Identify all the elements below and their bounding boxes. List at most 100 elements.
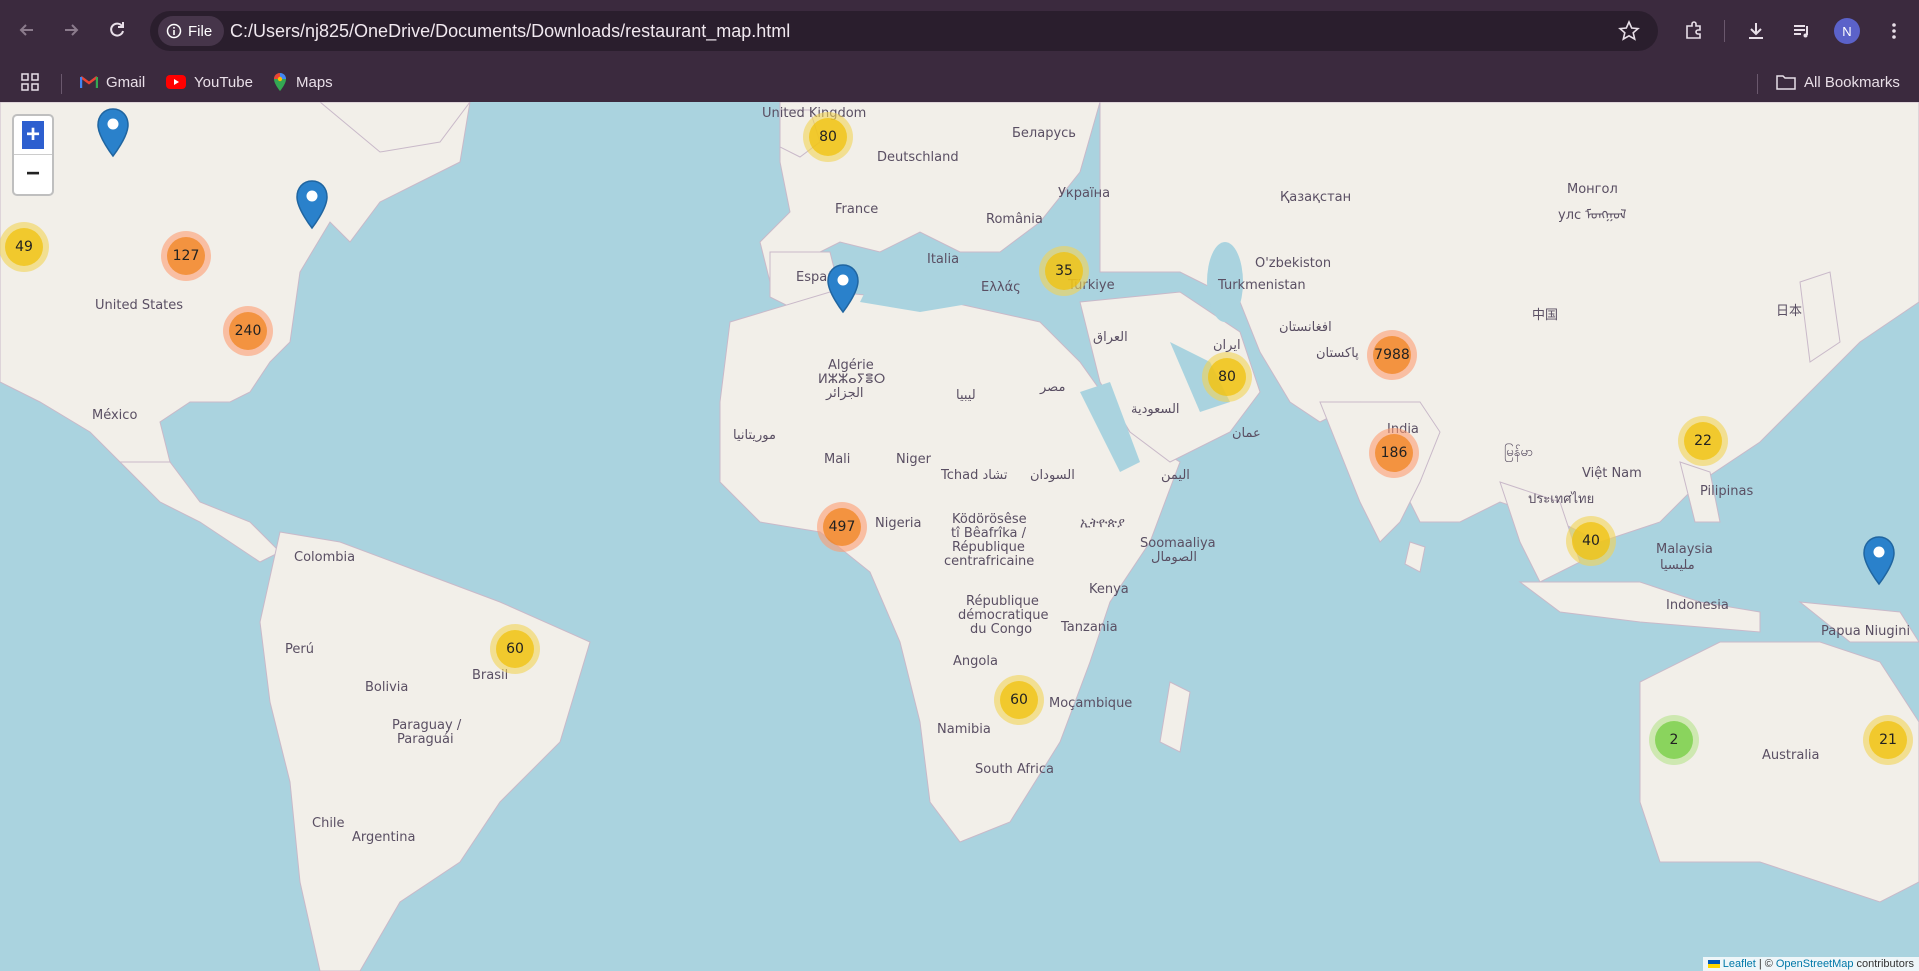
apps-button[interactable] [20, 70, 40, 94]
marker-cluster[interactable]: 49 [0, 222, 49, 272]
address-bar[interactable]: File C:/Users/nj825/OneDrive/Documents/D… [150, 11, 1658, 51]
profile-avatar[interactable]: N [1834, 18, 1860, 44]
zoom-in-button[interactable]: + [14, 116, 52, 155]
bookmarks-divider [61, 74, 62, 94]
zoom-control: + − [12, 114, 54, 196]
map-label: مصر [1040, 380, 1066, 395]
marker-cluster[interactable]: 60 [994, 675, 1044, 725]
marker-cluster[interactable]: 80 [803, 112, 853, 162]
cluster-count: 7988 [1373, 336, 1411, 374]
marker-cluster[interactable]: 60 [490, 624, 540, 674]
map-label: موريتانيا [733, 428, 776, 443]
bookmarks-divider [1757, 74, 1758, 94]
marker-cluster[interactable]: 22 [1678, 416, 1728, 466]
map-label: Malaysia [1656, 542, 1713, 557]
map-label: اليمن [1161, 468, 1190, 483]
map-label: Moçambique [1049, 696, 1133, 711]
map-label: Deutschland [877, 150, 959, 165]
cluster-count: 497 [823, 508, 861, 546]
map-label: Angola [953, 654, 998, 669]
bookmark-label: YouTube [194, 73, 253, 91]
map-viewport[interactable]: United Kingdom Беларусь Deutschland Укра… [0, 102, 1919, 971]
map-label: Australia [1762, 748, 1820, 763]
map-label: 日本 [1776, 304, 1803, 319]
map-label: Indonesia [1666, 598, 1729, 613]
map-label: O'zbekiston [1255, 256, 1332, 271]
map-label: Україна [1058, 186, 1111, 201]
downloads-button[interactable] [1742, 17, 1770, 45]
cluster-count: 80 [809, 118, 847, 156]
map-label: Italia [927, 252, 960, 267]
ukraine-flag-icon [1707, 960, 1720, 968]
map-label: Tanzania [1061, 620, 1118, 635]
browser-menu-button[interactable] [1880, 17, 1908, 45]
bookmark-gmail[interactable]: Gmail [80, 70, 145, 94]
map-label: Turkmenistan [1218, 278, 1306, 293]
map-label: République [966, 594, 1039, 609]
bookmark-maps[interactable]: Maps [272, 70, 333, 94]
map-label: Perú [285, 642, 314, 657]
marker-cluster[interactable]: 35 [1039, 246, 1089, 296]
map-label: ኢትዮጵያ [1080, 516, 1125, 531]
map-label: Ελλάς [981, 280, 1021, 295]
map-label: улс ᠮᠣᠩᠭᠣᠯ [1558, 208, 1627, 223]
location-pin-icon[interactable] [96, 108, 130, 158]
more-vertical-icon [1892, 23, 1896, 39]
leaflet-link[interactable]: Leaflet [1723, 958, 1756, 970]
forward-button[interactable] [56, 15, 86, 45]
site-chip-label: File [188, 22, 213, 40]
cluster-count: 22 [1684, 422, 1722, 460]
marker-cluster[interactable]: 127 [161, 231, 211, 281]
reload-button[interactable] [102, 15, 132, 45]
attribution-suffix: contributors [1856, 958, 1914, 970]
site-info-chip[interactable]: File [158, 16, 225, 46]
map-label: Việt Nam [1582, 466, 1642, 481]
media-controls-button[interactable] [1788, 17, 1816, 45]
map-label: Paraguay / [392, 718, 462, 733]
map-label: Chile [312, 816, 345, 831]
marker-cluster[interactable]: 240 [223, 306, 273, 356]
map-label: Mali [824, 452, 851, 467]
map-label: ليبيا [956, 388, 976, 403]
map-label: الجزائر [826, 386, 864, 401]
map-label: du Congo [970, 622, 1033, 637]
map-label: Pilipinas [1700, 484, 1754, 499]
cluster-count: 60 [496, 630, 534, 668]
queue-music-icon [1794, 25, 1808, 38]
bookmark-star-button[interactable] [1618, 20, 1640, 47]
marker-cluster[interactable]: 21 [1863, 715, 1913, 765]
map-attribution: Leaflet | © OpenStreetMap contributors [1702, 957, 1919, 971]
marker-cluster[interactable]: 7988 [1367, 330, 1417, 380]
openstreetmap-link[interactable]: OpenStreetMap [1776, 958, 1854, 970]
map-label: Soomaaliya [1140, 536, 1216, 551]
gmail-icon [80, 76, 98, 88]
map-label: Ködörösêse [952, 512, 1027, 527]
bookmark-youtube[interactable]: YouTube [166, 70, 253, 94]
marker-cluster[interactable]: 186 [1369, 428, 1419, 478]
map-label: Niger [896, 452, 931, 467]
marker-cluster[interactable]: 80 [1202, 352, 1252, 402]
all-bookmarks-button[interactable]: All Bookmarks [1776, 70, 1900, 94]
map-label: Papua Niugini [1821, 624, 1911, 639]
extensions-button[interactable] [1680, 17, 1708, 45]
map-label: عمان [1232, 426, 1261, 441]
map-label: 中国 [1532, 308, 1559, 323]
marker-cluster[interactable]: 2 [1649, 715, 1699, 765]
marker-cluster[interactable]: 497 [817, 502, 867, 552]
map-label: السودان [1030, 468, 1075, 483]
location-pin-icon[interactable] [1862, 536, 1896, 586]
cluster-count: 186 [1375, 434, 1413, 472]
bookmark-label: Maps [296, 73, 333, 91]
map-label: România [986, 212, 1043, 227]
location-pin-icon[interactable] [295, 180, 329, 230]
marker-cluster[interactable]: 40 [1566, 516, 1616, 566]
zoom-out-button[interactable]: − [14, 155, 52, 193]
map-label: Монгол [1567, 182, 1618, 197]
attribution-separator: | © [1758, 958, 1773, 970]
location-pin-icon[interactable] [826, 264, 860, 314]
back-button[interactable] [12, 15, 42, 45]
cluster-count: 127 [167, 237, 205, 275]
url-text: C:/Users/nj825/OneDrive/Documents/Downlo… [230, 21, 791, 41]
star-icon [1618, 20, 1640, 41]
map-label: Argentina [352, 830, 416, 845]
